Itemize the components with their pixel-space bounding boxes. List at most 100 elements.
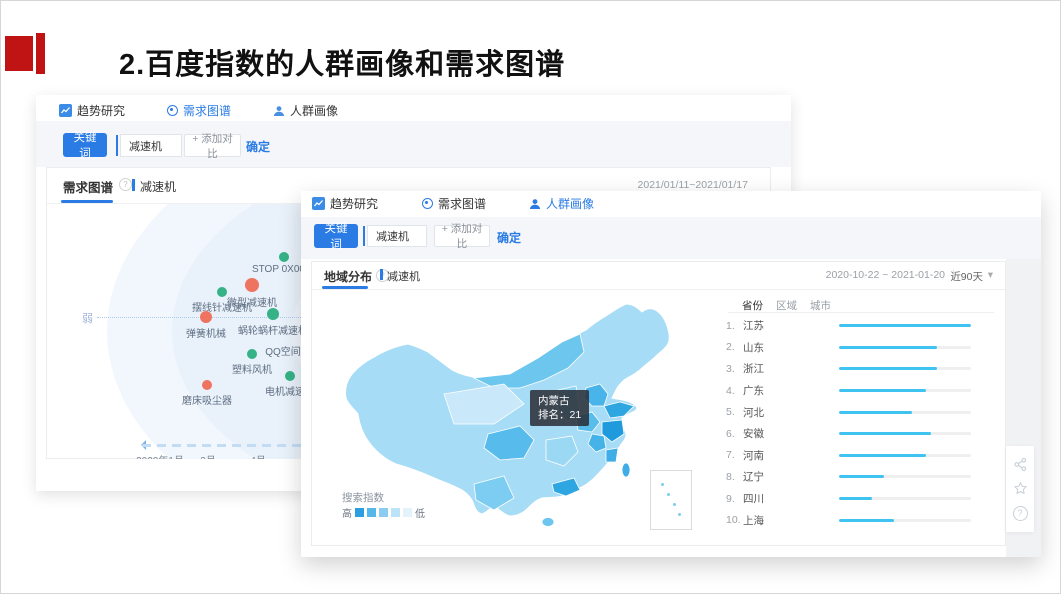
- rank-number: 8.: [726, 471, 743, 483]
- tab-underline: [322, 286, 368, 289]
- ranking-row[interactable]: 2.山东: [726, 337, 998, 359]
- province-name: 山东: [743, 340, 839, 355]
- province-name: 河南: [743, 448, 839, 463]
- bar-fill: [839, 389, 926, 392]
- person-icon: [273, 105, 285, 117]
- ranking-row[interactable]: 6.安徽: [726, 423, 998, 445]
- keyword-accent: [363, 226, 365, 246]
- map-legend-scale: 高 低: [342, 505, 425, 520]
- ranking-row[interactable]: 9.四川: [726, 488, 998, 510]
- period-dropdown[interactable]: 近90天: [950, 269, 983, 284]
- bar-fill: [839, 454, 926, 457]
- ranking-row[interactable]: 10.上海: [726, 509, 998, 531]
- ranking-row[interactable]: 3.浙江: [726, 358, 998, 380]
- keyword-input[interactable]: [367, 225, 427, 247]
- province-name: 浙江: [743, 361, 839, 376]
- bar-track: [839, 324, 971, 327]
- front-window: 趋势研究 需求图谱 人群画像 关键词 + 添加对比 确定 地域分布 ? 减速机 …: [301, 191, 1041, 557]
- nav-demand-graph[interactable]: 需求图谱: [422, 195, 486, 212]
- region-tab-城市[interactable]: 城市: [810, 298, 831, 313]
- legend-swatch: [379, 508, 388, 517]
- province-name: 河北: [743, 405, 839, 420]
- bar-track: [839, 346, 971, 349]
- x-tick-label: 4月: [250, 452, 266, 459]
- bar-track: [839, 519, 971, 522]
- rank-number: 10.: [726, 514, 743, 526]
- share-icon[interactable]: [1013, 457, 1028, 472]
- ranking-row[interactable]: 1.江苏: [726, 315, 998, 337]
- bar-track: [839, 497, 971, 500]
- rank-number: 2.: [726, 341, 743, 353]
- region-tab-区域[interactable]: 区域: [776, 298, 797, 313]
- ranking-row[interactable]: 4.广东: [726, 380, 998, 402]
- bar-fill: [839, 367, 937, 370]
- radio-dot-icon: [167, 105, 178, 116]
- add-compare-button[interactable]: + 添加对比: [434, 225, 490, 247]
- legend-swatch: [355, 508, 364, 517]
- info-icon[interactable]: ?: [119, 178, 132, 191]
- tooltip-rank: 排名：21: [538, 408, 581, 422]
- keyword-bar: 关键词 + 添加对比 确定: [36, 121, 791, 167]
- ranking-row[interactable]: 5.河北: [726, 401, 998, 423]
- series-color-bar: [380, 269, 383, 280]
- bar-track: [839, 432, 971, 435]
- bar-fill: [839, 411, 912, 414]
- series-label: 减速机: [387, 268, 420, 284]
- tab-demand-graph[interactable]: 需求图谱: [63, 177, 113, 196]
- trend-chart-icon: [59, 104, 72, 117]
- rank-number: 6.: [726, 428, 743, 440]
- card-header: 地域分布 ? 减速机 2020-10-22 ~ 2021-01-20 | 近90…: [312, 262, 1005, 290]
- red-accent-block: [5, 36, 33, 71]
- bar-track: [839, 411, 971, 414]
- bar-fill: [839, 497, 872, 500]
- legend-high-label: 高: [342, 505, 352, 520]
- province-ranking-list: 1.江苏2.山东3.浙江4.广东5.河北6.安徽7.河南8.辽宁9.四川10.上…: [726, 315, 998, 531]
- page-title: 2.百度指数的人群画像和需求图谱: [119, 41, 565, 83]
- confirm-link[interactable]: 确定: [497, 229, 521, 246]
- province-name: 安徽: [743, 426, 839, 441]
- add-compare-button[interactable]: + 添加对比: [184, 134, 241, 157]
- rank-number: 9.: [726, 493, 743, 505]
- nav-crowd-portrait[interactable]: 人群画像: [273, 102, 338, 119]
- nav-crowd-portrait[interactable]: 人群画像: [529, 195, 594, 212]
- region-tab-省份[interactable]: 省份: [742, 298, 763, 313]
- nav-label: 人群画像: [290, 102, 338, 119]
- province-name: 辽宁: [743, 469, 839, 484]
- bar-fill: [839, 475, 884, 478]
- nav-trend-research[interactable]: 趋势研究: [59, 102, 125, 119]
- tab-region-distribution[interactable]: 地域分布: [324, 268, 372, 285]
- legend-swatch: [367, 508, 376, 517]
- x-tick-label: 3月: [200, 452, 216, 459]
- rank-number: 3.: [726, 363, 743, 375]
- bar-track: [839, 389, 971, 392]
- keyword-button[interactable]: 关键词: [63, 133, 107, 157]
- tab-underline: [61, 200, 113, 203]
- star-icon[interactable]: [1013, 481, 1028, 496]
- chevron-down-icon[interactable]: ▾: [988, 269, 993, 281]
- nav-label: 趋势研究: [330, 195, 378, 212]
- region-distribution-card: 地域分布 ? 减速机 2020-10-22 ~ 2021-01-20 | 近90…: [311, 261, 1006, 546]
- red-accent-bar: [36, 33, 45, 74]
- date-range: 2021/01/11~2021/01/17: [638, 179, 748, 191]
- radio-dot-icon: [422, 198, 433, 209]
- rank-number: 4.: [726, 385, 743, 397]
- region-tabs: 省份区域城市: [742, 298, 831, 313]
- map-tooltip: 内蒙古 排名：21: [530, 390, 589, 426]
- bar-fill: [839, 519, 894, 522]
- rank-number: 1.: [726, 320, 743, 332]
- legend-swatch: [403, 508, 412, 517]
- keyword-button[interactable]: 关键词: [314, 224, 358, 248]
- bar-track: [839, 454, 971, 457]
- confirm-link[interactable]: 确定: [246, 138, 270, 155]
- nav-trend-research[interactable]: 趋势研究: [312, 195, 378, 212]
- nav-label: 需求图谱: [438, 195, 486, 212]
- ranking-row[interactable]: 7.河南: [726, 445, 998, 467]
- ranking-row[interactable]: 8.辽宁: [726, 466, 998, 488]
- province-name: 江苏: [743, 318, 839, 333]
- help-icon[interactable]: ?: [1013, 506, 1028, 521]
- province-zhejiang: [606, 448, 618, 462]
- series-label: 减速机: [140, 178, 176, 195]
- nav-demand-graph[interactable]: 需求图谱: [167, 102, 231, 119]
- keyword-input[interactable]: [120, 134, 182, 157]
- bar-track: [839, 367, 971, 370]
